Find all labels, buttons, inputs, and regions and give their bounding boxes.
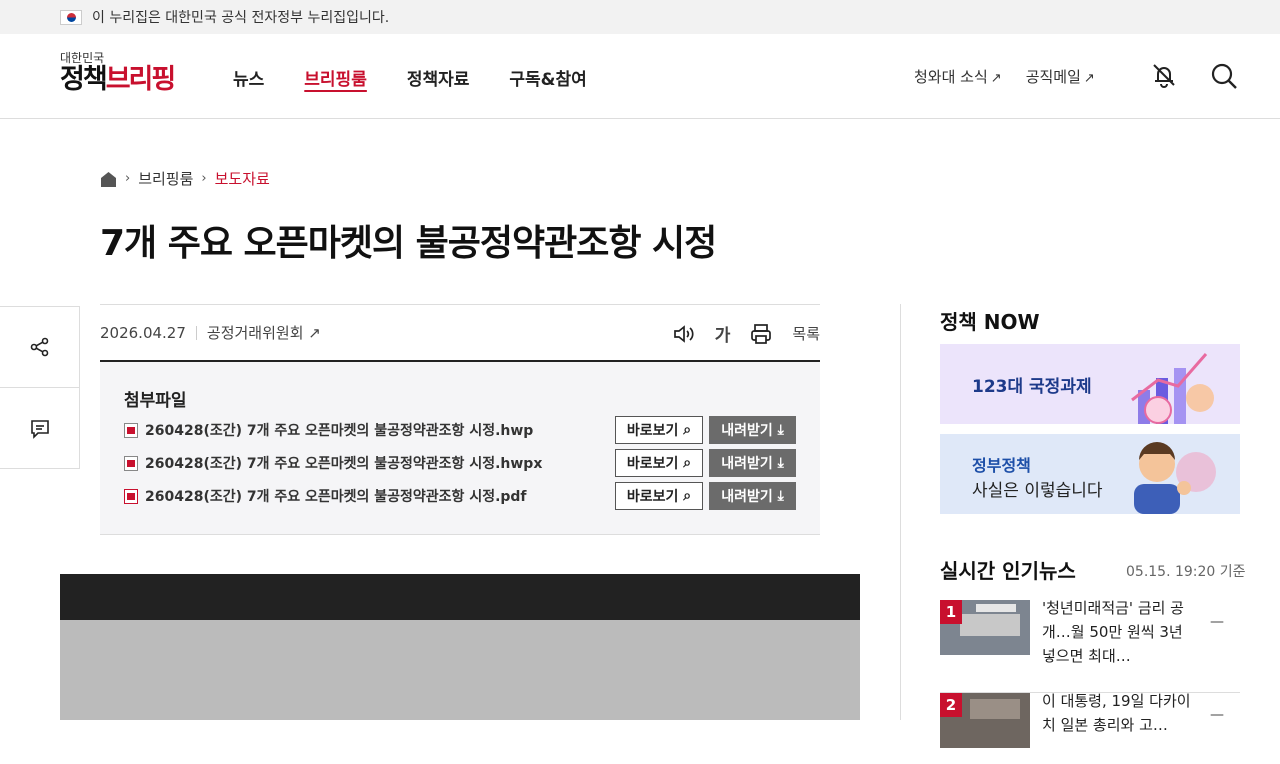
view-button[interactable]: 바로보기 ⌕ bbox=[615, 416, 703, 444]
banner-national-tasks[interactable]: 123대 국정과제 bbox=[940, 344, 1240, 424]
news-trend-icon: — bbox=[1210, 707, 1224, 723]
home-icon[interactable] bbox=[100, 171, 117, 187]
chart-illustration-icon bbox=[1131, 353, 1214, 424]
magnifier-icon: ⌕ bbox=[683, 455, 692, 471]
gov-notice-text: 이 누리집은 대한민국 공식 전자정부 누리집입니다. bbox=[92, 10, 390, 26]
news-title: '청년미래적금' 금리 공개…월 50만 원씩 3년 넣으면 최대… bbox=[1042, 599, 1184, 665]
news-rank: 2 bbox=[940, 693, 962, 717]
news-rank: 1 bbox=[940, 600, 962, 624]
nav-item-policy[interactable]: 정책자료 bbox=[407, 65, 470, 90]
chevron-right-icon: › bbox=[201, 171, 207, 186]
chevron-right-icon: › bbox=[125, 171, 131, 186]
banner1-text: 123대 국정과제 bbox=[972, 377, 1092, 397]
download-button[interactable]: 내려받기 ⤓ bbox=[709, 416, 796, 444]
download-button[interactable]: 내려받기 ⤓ bbox=[709, 482, 796, 510]
gov-notice-bar: 이 누리집은 대한민국 공식 전자정부 누리집입니다. bbox=[0, 0, 1280, 34]
article-title: 7개 주요 오픈마켓의 불공정약관조항 시정 bbox=[100, 223, 717, 264]
article-date: 2026.04.27 bbox=[100, 325, 197, 340]
popular-news-item[interactable]: 1 '청년미래적금' 금리 공개…월 50만 원씩 3년 넣으면 최대… — bbox=[940, 599, 1240, 672]
site-logo[interactable]: 대한민국 정책브리핑 bbox=[60, 52, 176, 95]
nav-item-news[interactable]: 뉴스 bbox=[233, 65, 264, 90]
link-govmail[interactable]: 공직메일 ↗ bbox=[1026, 66, 1095, 87]
external-link-icon: ↗ bbox=[1083, 71, 1095, 86]
news-thumbnail: 1 bbox=[940, 600, 1030, 655]
external-link-icon: ↗ bbox=[990, 71, 1002, 86]
news-thumbnail: 2 bbox=[940, 693, 1030, 748]
banner2-line2: 사실은 이렇습니다 bbox=[972, 481, 1103, 501]
download-icon: ⤓ bbox=[777, 455, 784, 471]
side-tools bbox=[0, 306, 80, 469]
policy-now-title: 정책 NOW bbox=[940, 310, 1040, 334]
download-icon: ⤓ bbox=[777, 488, 784, 504]
external-link-icon: ↗ bbox=[308, 324, 321, 342]
attachment-panel: 첨부파일 260428(조간) 7개 주요 오픈마켓의 불공정약관조항 시정.h… bbox=[100, 362, 820, 535]
view-button[interactable]: 바로보기 ⌕ bbox=[615, 449, 703, 477]
link-bluehouse[interactable]: 청와대 소식 ↗ bbox=[914, 66, 1002, 87]
popular-news-time: 05.15. 19:20 기준 bbox=[1126, 564, 1246, 580]
download-icon: ⤓ bbox=[777, 422, 784, 438]
popular-news-item[interactable]: 2 이 대통령, 19일 다카이치 일본 총리와 고… — bbox=[940, 692, 1240, 764]
news-title: 이 대통령, 19일 다카이치 일본 총리와 고… bbox=[1042, 692, 1191, 734]
breadcrumb-level1[interactable]: 브리핑룸 bbox=[138, 168, 193, 189]
banner-fact-check[interactable]: 정부정책 사실은 이렇습니다 bbox=[940, 434, 1240, 514]
character-illustration-icon bbox=[1134, 442, 1216, 514]
search-icon[interactable] bbox=[1210, 62, 1238, 90]
popular-news-title: 실시간 인기뉴스 bbox=[940, 559, 1076, 583]
korean-flag-icon bbox=[60, 9, 82, 25]
share-button[interactable] bbox=[0, 307, 79, 388]
magnifier-icon: ⌕ bbox=[683, 488, 692, 504]
nav-item-briefing[interactable]: 브리핑룸 bbox=[304, 65, 367, 90]
attachment-file-name[interactable]: 260428(조간) 7개 주요 오픈마켓의 불공정약관조항 시정.hwpx bbox=[145, 453, 615, 473]
column-divider bbox=[900, 304, 901, 720]
hwp-file-icon bbox=[124, 422, 138, 438]
breadcrumb: › 브리핑룸 › 보도자료 bbox=[100, 168, 270, 189]
article-tools: 가 목록 bbox=[673, 321, 820, 346]
font-size-button[interactable]: 가 bbox=[715, 321, 731, 346]
attachment-file-name[interactable]: 260428(조간) 7개 주요 오픈마켓의 불공정약관조항 시정.hwp bbox=[145, 420, 615, 440]
article-org-link[interactable]: 공정거래위원회 ↗ bbox=[197, 322, 321, 343]
logo-main-text: 정책브리핑 bbox=[60, 64, 176, 95]
site-header: 대한민국 정책브리핑 뉴스 브리핑룸 정책자료 구독&참여 청와대 소식 ↗ 공직… bbox=[0, 34, 1280, 119]
speaker-icon[interactable] bbox=[673, 324, 695, 344]
article-media bbox=[60, 574, 860, 720]
article-meta: 2026.04.27 공정거래위원회 ↗ 가 목록 bbox=[100, 304, 820, 362]
banner2-line1: 정부정책 bbox=[972, 456, 1031, 475]
download-button[interactable]: 내려받기 ⤓ bbox=[709, 449, 796, 477]
media-header-bar bbox=[60, 574, 860, 620]
main-nav: 뉴스 브리핑룸 정책자료 구독&참여 bbox=[233, 65, 627, 90]
magnifier-icon: ⌕ bbox=[683, 422, 692, 438]
attachment-row: 260428(조간) 7개 주요 오픈마켓의 불공정약관조항 시정.hwpx 바… bbox=[124, 449, 796, 477]
attachment-title: 첨부파일 bbox=[124, 391, 187, 411]
attachment-row: 260428(조간) 7개 주요 오픈마켓의 불공정약관조항 시정.hwp 바로… bbox=[124, 416, 796, 444]
news-trend-icon: — bbox=[1210, 614, 1224, 630]
list-button[interactable]: 목록 bbox=[792, 323, 820, 344]
comment-button[interactable] bbox=[0, 388, 79, 469]
pdf-file-icon bbox=[124, 488, 138, 504]
header-links: 청와대 소식 ↗ 공직메일 ↗ bbox=[914, 66, 1119, 87]
bell-off-icon[interactable] bbox=[1150, 61, 1178, 89]
nav-item-subscribe[interactable]: 구독&참여 bbox=[509, 65, 586, 90]
attachment-row: 260428(조간) 7개 주요 오픈마켓의 불공정약관조항 시정.pdf 바로… bbox=[124, 482, 796, 510]
hwpx-file-icon bbox=[124, 455, 138, 471]
attachment-file-name[interactable]: 260428(조간) 7개 주요 오픈마켓의 불공정약관조항 시정.pdf bbox=[145, 486, 615, 506]
share-icon bbox=[30, 337, 48, 357]
comment-icon bbox=[30, 419, 49, 439]
view-button[interactable]: 바로보기 ⌕ bbox=[615, 482, 703, 510]
breadcrumb-current[interactable]: 보도자료 bbox=[215, 168, 270, 189]
print-icon[interactable] bbox=[750, 323, 772, 345]
